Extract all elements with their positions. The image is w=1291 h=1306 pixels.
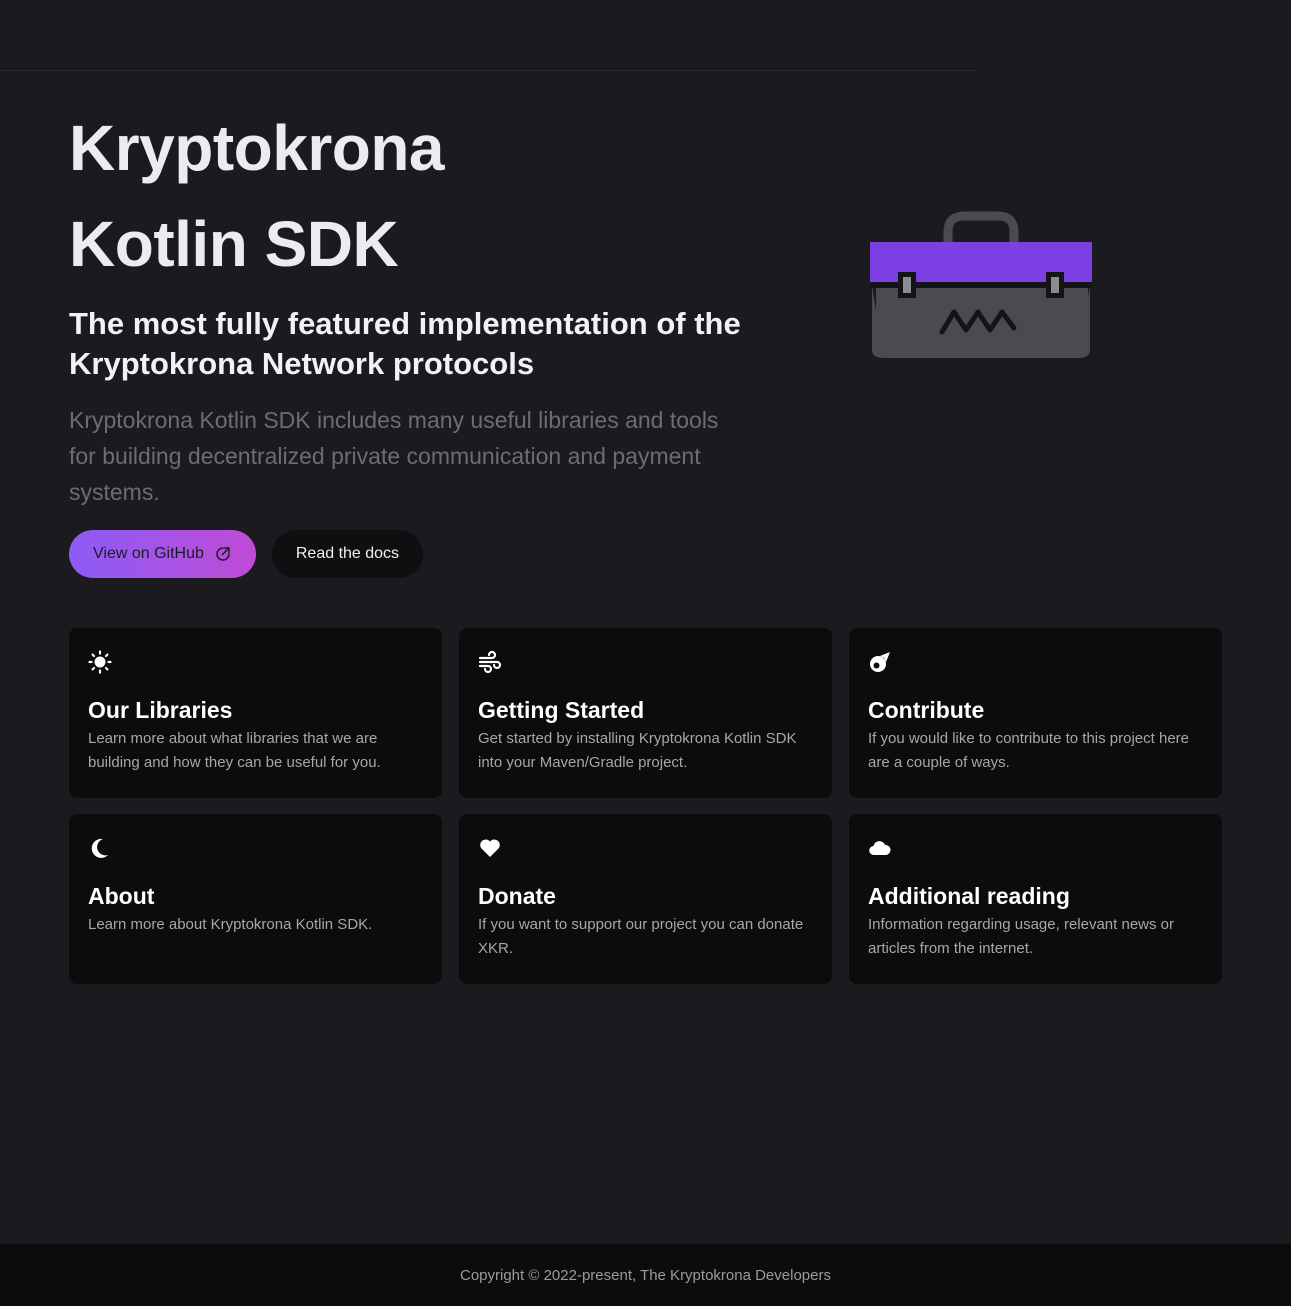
feature-title: Additional reading — [868, 883, 1070, 909]
heart-icon — [480, 839, 500, 857]
hero-title-line1: Kryptokrona — [69, 112, 445, 184]
feature-title: Contribute — [868, 697, 985, 723]
hero: Kryptokrona Kotlin SDK The most fully fe… — [69, 100, 769, 578]
feature-card-additional-reading[interactable]: Additional reading Information regarding… — [849, 814, 1222, 984]
hero-title: Kryptokrona Kotlin SDK — [69, 100, 769, 292]
feature-title: About — [88, 883, 155, 909]
read-the-docs-button[interactable]: Read the docs — [271, 530, 424, 578]
feature-details: If you would like to contribute to this … — [868, 730, 1190, 771]
external-link-icon — [216, 547, 230, 561]
feature-details: If you want to support our project you c… — [478, 916, 804, 957]
feature-title: Our Libraries — [88, 697, 233, 723]
feature-card-about[interactable]: About Learn more about Kryptokrona Kotli… — [69, 814, 442, 984]
feature-details: Learn more about what libraries that we … — [88, 730, 381, 771]
hero-description: Kryptokrona Kotlin SDK includes many use… — [69, 407, 719, 505]
feature-card-contribute[interactable]: Contribute If you would like to contribu… — [849, 628, 1222, 798]
toolbox-logo-image — [870, 211, 1092, 358]
view-on-github-button[interactable]: View on GitHub — [69, 530, 256, 578]
moon-icon — [91, 838, 108, 858]
feature-card-our-libraries[interactable]: Our Libraries Learn more about what libr… — [69, 628, 442, 798]
feature-details: Information regarding usage, relevant ne… — [868, 916, 1175, 957]
features-grid: Our Libraries Learn more about what libr… — [69, 628, 1222, 984]
feature-card-getting-started[interactable]: Getting Started Get started by installin… — [459, 628, 832, 798]
view-on-github-label: View on GitHub — [93, 545, 204, 562]
read-the-docs-label: Read the docs — [295, 545, 400, 562]
feature-details: Learn more about Kryptokrona Kotlin SDK. — [88, 916, 373, 933]
cloud-icon — [869, 841, 891, 856]
footer: Copyright © 2022-present, The Kryptokron… — [0, 1244, 1291, 1306]
wind-icon — [478, 650, 502, 674]
hero-tagline: The most fully featured implementation o… — [69, 306, 741, 381]
sun-icon — [88, 650, 112, 674]
meteor-icon — [870, 652, 890, 672]
feature-title: Donate — [478, 883, 556, 909]
nav-divider — [0, 70, 976, 71]
hero-actions: View on GitHub Read the docs — [69, 530, 769, 578]
feature-card-donate[interactable]: Donate If you want to support our projec… — [459, 814, 832, 984]
copyright-text: Copyright © 2022-present, The Kryptokron… — [460, 1266, 831, 1284]
feature-title: Getting Started — [478, 697, 645, 723]
hero-title-line2: Kotlin SDK — [69, 208, 399, 280]
feature-details: Get started by installing Kryptokrona Ko… — [478, 730, 797, 771]
